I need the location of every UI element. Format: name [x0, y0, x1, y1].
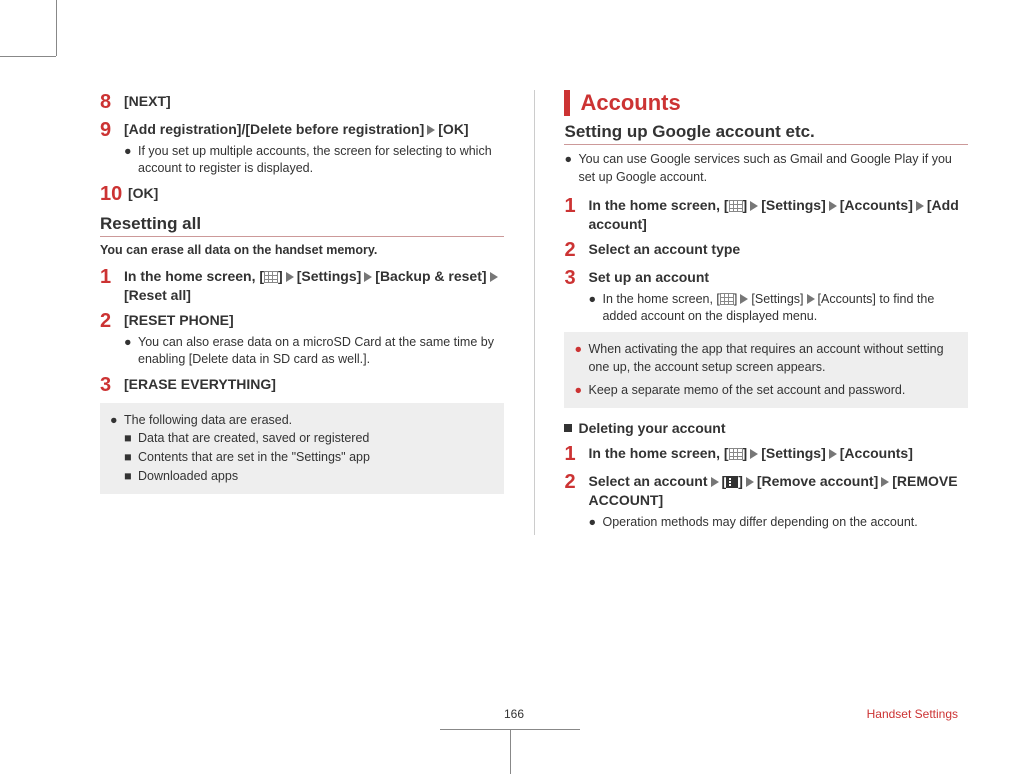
triangle-icon: [750, 201, 758, 211]
left-column: 8 [NEXT] 9 [Add registration]/[Delete be…: [100, 90, 504, 535]
delete-step-2: 2 Select an account[][Remove account][RE…: [564, 470, 968, 531]
apps-grid-icon: [729, 200, 743, 212]
step-title: [RESET PHONE]: [124, 311, 504, 330]
step-title: Select an account[][Remove account][REMO…: [588, 472, 968, 510]
heading-resetting-all: Resetting all: [100, 214, 504, 237]
square-bullet-icon: [564, 424, 572, 432]
step-title: [ERASE EVERYTHING]: [124, 375, 504, 394]
step-number: 2: [100, 309, 124, 333]
apps-grid-icon: [264, 271, 278, 283]
step-number: 3: [564, 266, 588, 290]
account-step-2: 2 Select an account type: [564, 238, 968, 262]
step-number: 8: [100, 90, 124, 114]
step-number: 9: [100, 118, 124, 142]
step-title: In the home screen, [][Settings][Backup …: [124, 267, 504, 305]
triangle-icon: [881, 477, 889, 487]
triangle-icon: [711, 477, 719, 487]
section-title-accounts: Accounts: [564, 90, 968, 116]
apps-grid-icon: [720, 293, 734, 305]
triangle-icon: [916, 201, 924, 211]
crop-mark: [440, 729, 580, 730]
step-number: 1: [564, 442, 588, 466]
step-number: 2: [564, 238, 588, 262]
account-step-1: 1 In the home screen, [][Settings][Accou…: [564, 194, 968, 234]
crop-mark: [0, 56, 56, 57]
info-box-erased-data: ●The following data are erased. ■Data th…: [100, 403, 504, 494]
reset-step-3: 3 [ERASE EVERYTHING]: [100, 373, 504, 397]
crop-mark: [510, 730, 511, 774]
bullet-icon: ●: [110, 411, 124, 430]
subheading-deleting-account: Deleting your account: [564, 420, 968, 436]
page-number: 166: [504, 707, 524, 721]
triangle-icon: [829, 449, 837, 459]
triangle-icon: [750, 449, 758, 459]
step-title: [Add registration]/[Delete before regist…: [124, 120, 504, 139]
step-note: ● In the home screen, [][Settings][Accou…: [588, 291, 968, 326]
step-title: [NEXT]: [124, 92, 504, 111]
reset-step-1: 1 In the home screen, [][Settings][Backu…: [100, 265, 504, 305]
step-10: 10 [OK]: [100, 182, 504, 206]
bullet-icon: ●: [564, 151, 578, 186]
triangle-icon: [829, 201, 837, 211]
bullet-icon: ●: [588, 291, 602, 326]
step-number: 2: [564, 470, 588, 494]
triangle-icon: [427, 125, 435, 135]
step-note: ● You can also erase data on a microSD C…: [124, 334, 504, 369]
menu-icon: [726, 476, 738, 488]
step-8: 8 [NEXT]: [100, 90, 504, 114]
step-title: In the home screen, [][Settings][Account…: [588, 444, 968, 463]
footer-section-label: Handset Settings: [867, 707, 958, 721]
bullet-icon: ●: [124, 143, 138, 178]
crop-mark: [56, 0, 57, 56]
triangle-icon: [746, 477, 754, 487]
bullet-icon: ●: [124, 334, 138, 369]
square-bullet-icon: ■: [124, 467, 138, 486]
bullet-icon: ●: [574, 381, 588, 400]
triangle-icon: [286, 272, 294, 282]
right-column: Accounts Setting up Google account etc. …: [564, 90, 968, 535]
triangle-icon: [807, 294, 815, 304]
info-box-account-tips: ●When activating the app that requires a…: [564, 332, 968, 408]
reset-step-2: 2 [RESET PHONE] ● You can also erase dat…: [100, 309, 504, 369]
triangle-icon: [490, 272, 498, 282]
account-step-3: 3 Set up an account ● In the home screen…: [564, 266, 968, 326]
triangle-icon: [364, 272, 372, 282]
step-note: ● Operation methods may differ depending…: [588, 514, 968, 532]
column-divider: [534, 90, 535, 535]
step-9: 9 [Add registration]/[Delete before regi…: [100, 118, 504, 178]
square-bullet-icon: ■: [124, 448, 138, 467]
heading-setup-google: Setting up Google account etc.: [564, 122, 968, 145]
intro-text: ● You can use Google services such as Gm…: [564, 151, 968, 186]
square-bullet-icon: ■: [124, 429, 138, 448]
step-note: ● If you set up multiple accounts, the s…: [124, 143, 504, 178]
apps-grid-icon: [729, 448, 743, 460]
step-title: [OK]: [128, 184, 504, 203]
delete-step-1: 1 In the home screen, [][Settings][Accou…: [564, 442, 968, 466]
bullet-icon: ●: [574, 340, 588, 378]
bullet-icon: ●: [588, 514, 602, 532]
step-title: Set up an account: [588, 268, 968, 287]
step-number: 1: [100, 265, 124, 289]
step-number: 3: [100, 373, 124, 397]
intro-text: You can erase all data on the handset me…: [100, 243, 504, 257]
step-number: 10: [100, 182, 128, 206]
triangle-icon: [740, 294, 748, 304]
step-title: Select an account type: [588, 240, 968, 259]
page-content: 8 [NEXT] 9 [Add registration]/[Delete be…: [0, 0, 1028, 575]
step-number: 1: [564, 194, 588, 218]
step-title: In the home screen, [][Settings][Account…: [588, 196, 968, 234]
